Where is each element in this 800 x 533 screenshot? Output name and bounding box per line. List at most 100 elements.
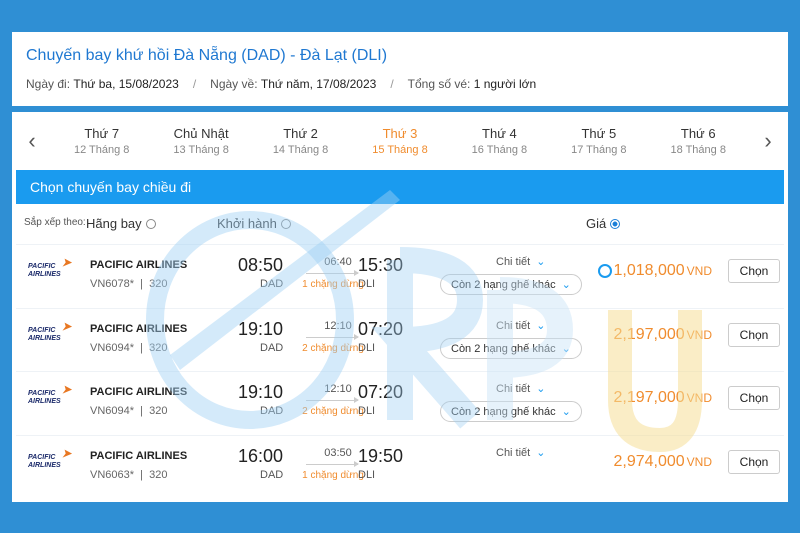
logo-flame-icon: ➤ bbox=[62, 384, 72, 396]
date-tab-day: Thứ 7 bbox=[84, 126, 120, 141]
departure-time: 19:10 bbox=[238, 319, 284, 339]
flight-number: VN6094* | 320 bbox=[90, 342, 168, 354]
depart-label: Ngày đi: bbox=[26, 77, 71, 91]
route-arrow-icon bbox=[306, 334, 359, 340]
radio-selected-icon bbox=[610, 218, 621, 229]
arrival-airport: DLI bbox=[358, 469, 376, 481]
search-summary: Chuyến bay khứ hồi Đà Nẵng (DAD) - Đà Lạ… bbox=[12, 32, 788, 106]
date-tab[interactable]: Thứ 5 17 Tháng 8 bbox=[549, 126, 648, 156]
sort-airline-option[interactable]: Hãng bay bbox=[86, 216, 156, 231]
airline-name: PACIFIC AIRLINES bbox=[90, 259, 188, 271]
date-tab-day: Thứ 6 bbox=[680, 126, 716, 141]
route-arrow-icon bbox=[306, 397, 359, 403]
logo-flame-icon: ➤ bbox=[62, 448, 72, 460]
other-classes-dropdown[interactable]: Còn 2 hạng ghế khác ⌄ bbox=[440, 401, 582, 422]
route-arrow-icon bbox=[306, 270, 359, 276]
sort-departure-option[interactable]: Khởi hành bbox=[217, 216, 291, 231]
page-title: Chuyến bay khứ hồi Đà Nẵng (DAD) - Đà Lạ… bbox=[26, 47, 388, 64]
chevron-down-icon: ⌄ bbox=[536, 383, 546, 395]
sort-price-option[interactable]: Giá bbox=[586, 216, 621, 231]
date-tab[interactable]: Thứ 6 18 Tháng 8 bbox=[649, 126, 748, 156]
prev-date-button[interactable]: ‹ bbox=[12, 128, 52, 154]
sort-bar: Sắp xếp theo: Hãng bay Khởi hành Giá bbox=[12, 204, 788, 244]
section-banner: Chọn chuyến bay chiều đi bbox=[16, 170, 784, 204]
other-classes-dropdown[interactable]: Còn 2 hạng ghế khác ⌄ bbox=[440, 338, 582, 359]
select-flight-button[interactable]: Chọn bbox=[728, 386, 780, 410]
sort-label: Sắp xếp theo: bbox=[24, 217, 86, 228]
airline-logo: PACIFIC AIRLINES ➤ bbox=[28, 448, 72, 470]
airline-logo: PACIFIC AIRLINES ➤ bbox=[28, 384, 72, 406]
date-tab-day: Thứ 2 bbox=[283, 126, 318, 141]
airline-logo: PACIFIC AIRLINES ➤ bbox=[28, 257, 72, 279]
fare-price: 2,197,000 VND bbox=[613, 389, 712, 406]
date-tab[interactable]: Thứ 4 16 Tháng 8 bbox=[450, 126, 549, 156]
arrival-airport: DLI bbox=[358, 405, 376, 417]
arrival-time: 19:50 bbox=[358, 446, 404, 466]
flight-duration: 03:50 bbox=[324, 447, 352, 459]
chevron-down-icon: ⌄ bbox=[561, 279, 571, 291]
return-value: Thứ năm, 17/08/2023 bbox=[260, 77, 377, 91]
flight-row: PACIFIC AIRLINES ➤ PACIFIC AIRLINES VN6078… bbox=[16, 244, 784, 302]
date-tab[interactable]: Thứ 3 15 Tháng 8 bbox=[350, 126, 449, 156]
flight-number: VN6063* | 320 bbox=[90, 469, 168, 481]
date-tab[interactable]: Thứ 7 12 Tháng 8 bbox=[52, 126, 151, 156]
arrival-time: 07:20 bbox=[358, 382, 404, 402]
route-arrow-icon bbox=[306, 461, 359, 467]
airline-logo: PACIFIC AIRLINES ➤ bbox=[28, 321, 72, 343]
date-strip: ‹ Thứ 7 12 Tháng 8 Chủ Nhật 13 Tháng 8 Thứ… bbox=[12, 112, 788, 170]
date-tab-date: 13 Tháng 8 bbox=[173, 144, 229, 156]
flight-number: VN6094* | 320 bbox=[90, 405, 168, 417]
next-date-button[interactable]: › bbox=[748, 128, 788, 154]
select-flight-button[interactable]: Chọn bbox=[728, 259, 780, 283]
return-label: Ngày về: bbox=[210, 77, 258, 91]
arrival-airport: DLI bbox=[358, 278, 376, 290]
airline-name: PACIFIC AIRLINES bbox=[90, 450, 188, 462]
fare-price: 2,197,000 VND bbox=[613, 326, 712, 343]
date-tab-date: 15 Tháng 8 bbox=[372, 144, 428, 156]
chevron-down-icon: ⌄ bbox=[561, 406, 571, 418]
detail-link[interactable]: Chi tiết ⌄ bbox=[496, 319, 545, 332]
departure-airport: DAD bbox=[260, 342, 284, 354]
date-tab-date: 16 Tháng 8 bbox=[471, 144, 528, 156]
date-tab-day: Thứ 3 bbox=[382, 126, 418, 141]
logo-flame-icon: ➤ bbox=[62, 321, 72, 333]
radio-icon bbox=[145, 218, 156, 229]
date-tab[interactable]: Chủ Nhật 13 Tháng 8 bbox=[151, 126, 250, 156]
departure-airport: DAD bbox=[260, 469, 284, 481]
flight-list-panel: ‹ Thứ 7 12 Tháng 8 Chủ Nhật 13 Tháng 8 Thứ… bbox=[12, 112, 788, 502]
select-flight-button[interactable]: Chọn bbox=[728, 450, 780, 474]
arrival-airport: DLI bbox=[358, 342, 376, 354]
departure-time: 19:10 bbox=[238, 382, 284, 402]
date-tab-day: Thứ 4 bbox=[482, 126, 517, 141]
tickets-value: 1 người lớn bbox=[473, 77, 537, 91]
chevron-down-icon: ⌄ bbox=[536, 447, 546, 459]
arrival-time: 07:20 bbox=[358, 319, 404, 339]
detail-link[interactable]: Chi tiết ⌄ bbox=[496, 255, 545, 268]
departure-time: 16:00 bbox=[238, 446, 284, 466]
departure-airport: DAD bbox=[260, 405, 284, 417]
date-tab-date: 14 Tháng 8 bbox=[272, 144, 329, 156]
date-tab-date: 12 Tháng 8 bbox=[73, 144, 130, 156]
date-tab-day: Thứ 5 bbox=[581, 126, 617, 141]
select-flight-button[interactable]: Chọn bbox=[728, 323, 780, 347]
best-price-medal-icon bbox=[598, 264, 612, 278]
chevron-down-icon: ⌄ bbox=[536, 320, 546, 332]
tickets-label: Tổng số vé: bbox=[407, 77, 471, 91]
departure-airport: DAD bbox=[260, 278, 284, 290]
departure-time: 08:50 bbox=[238, 255, 284, 275]
fare-price: 1,018,000 VND bbox=[613, 262, 712, 279]
flight-duration: 12:10 bbox=[324, 320, 352, 332]
date-tab-day: Chủ Nhật bbox=[173, 126, 229, 141]
detail-link[interactable]: Chi tiết ⌄ bbox=[496, 382, 545, 395]
trip-meta: Ngày đi: Thứ ba, 15/08/2023 / Ngày về: T… bbox=[26, 77, 537, 91]
date-tab[interactable]: Thứ 2 14 Tháng 8 bbox=[251, 126, 350, 156]
detail-link[interactable]: Chi tiết ⌄ bbox=[496, 446, 545, 459]
airline-name: PACIFIC AIRLINES bbox=[90, 323, 188, 335]
flight-row: PACIFIC AIRLINES ➤ PACIFIC AIRLINES VN6063… bbox=[16, 435, 784, 493]
flight-number: VN6078* | 320 bbox=[90, 278, 168, 290]
other-classes-dropdown[interactable]: Còn 2 hạng ghế khác ⌄ bbox=[440, 274, 582, 295]
flight-duration: 06:40 bbox=[324, 256, 352, 268]
radio-icon bbox=[280, 218, 291, 229]
date-tab-date: 18 Tháng 8 bbox=[670, 144, 726, 156]
flight-row: PACIFIC AIRLINES ➤ PACIFIC AIRLINES VN6094… bbox=[16, 371, 784, 429]
